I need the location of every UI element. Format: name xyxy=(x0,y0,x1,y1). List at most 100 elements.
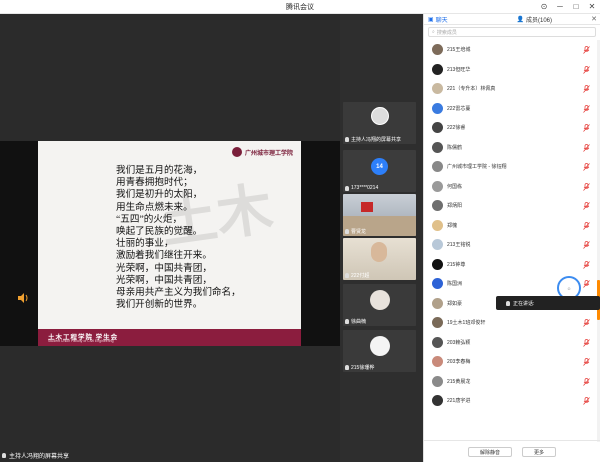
member-row[interactable]: 215王培城 xyxy=(424,40,594,60)
video-tile-xu[interactable]: 徐曲楠 xyxy=(343,284,416,326)
main-stage[interactable]: 广州城市理工学院 土木 我们是五月的花海， 用青春拥抱时代； 我们是初升的太阳， 用生… xyxy=(0,14,340,462)
tab-chat-label: 聊天 xyxy=(435,17,448,24)
avatar xyxy=(432,375,443,387)
mic-muted-icon[interactable] xyxy=(583,338,590,347)
avatar xyxy=(432,278,443,290)
member-row[interactable]: 213王铭锐 xyxy=(424,235,594,255)
avatar xyxy=(432,83,443,95)
mic-icon xyxy=(506,300,510,306)
member-row[interactable]: 郑槐 xyxy=(424,216,594,236)
mic-muted-icon[interactable] xyxy=(583,358,590,366)
member-row[interactable]: 19土木1班邓俊轩 xyxy=(424,313,594,333)
member-row[interactable]: 213但旺华 xyxy=(424,60,594,80)
member-row[interactable]: 215钟尊 xyxy=(424,255,594,275)
mic-muted-icon[interactable] xyxy=(583,46,590,54)
slide-header: 广州城市理工学院 xyxy=(231,147,293,157)
mic-muted-icon[interactable] xyxy=(583,377,590,386)
member-row[interactable]: 215黄晨龙 xyxy=(424,372,594,392)
school-logo-icon xyxy=(231,147,242,157)
panel-footer: 解除静音 更多 xyxy=(424,440,600,462)
side-panel: ▣ 聊天 👤 成员(106) ✕ ⌕ 搜索成员 215王培城 213但旺华 221（… xyxy=(423,14,600,462)
member-name: 何国栋 xyxy=(447,183,463,190)
speaker-icon xyxy=(18,293,28,303)
slide-footer: 土木工程学院 学生会 Student Union Faculty of Civi… xyxy=(38,329,301,346)
unmute-all-button[interactable]: 解除静音 xyxy=(468,447,512,457)
avatar xyxy=(432,180,443,192)
member-row[interactable]: 郑炳阳 xyxy=(424,196,594,216)
mic-muted-icon[interactable] xyxy=(583,85,590,93)
member-row[interactable]: 222雷芯蔓 xyxy=(424,99,594,119)
member-row[interactable]: 221（专升本）林佩真 xyxy=(424,79,594,99)
video-tile-215[interactable]: 215徐珊桦 xyxy=(343,330,416,372)
poem-line: 我们是五月的花海， xyxy=(116,165,203,176)
avatar xyxy=(432,141,443,153)
mic-muted-icon[interactable] xyxy=(583,260,590,269)
poem-line: 我们开创新的世界。 xyxy=(116,299,203,311)
member-search-input[interactable]: ⌕ 搜索成员 xyxy=(428,27,596,37)
mic-icon xyxy=(345,319,349,324)
member-row[interactable]: 203李春梅 xyxy=(424,352,594,372)
member-name: 213但旺华 xyxy=(447,66,471,73)
pin-icon[interactable]: ⊙ xyxy=(538,1,550,12)
mic-muted-icon[interactable] xyxy=(583,182,590,191)
mic-muted-icon[interactable] xyxy=(583,65,590,74)
chat-icon: ▣ xyxy=(428,16,434,23)
stage-label-text: 主持人冯翔的屏幕共享 xyxy=(9,454,70,460)
avatar xyxy=(432,317,443,329)
member-list: 215王培城 213但旺华 221（专升本）林佩真 222雷芯蔓 222徐睿陈儒鹤广州城… xyxy=(424,40,594,442)
more-button[interactable]: 更多 xyxy=(522,447,556,457)
video-tile-host-share[interactable]: 主持人冯翔的屏幕共享 xyxy=(343,102,416,144)
tile-name: 215徐珊桦 xyxy=(351,365,375,371)
member-name: 广州城市理工学院 - 徐钰翔 xyxy=(447,164,507,171)
member-name: 215王培城 xyxy=(447,47,471,54)
member-name: 221（专升本）林佩真 xyxy=(447,86,496,93)
mic-muted-icon[interactable] xyxy=(583,280,590,288)
mic-muted-icon[interactable] xyxy=(583,104,590,113)
tile-label: 173****0214 xyxy=(345,185,378,191)
mic-muted-icon[interactable] xyxy=(583,163,590,171)
member-name: 郑如豪 xyxy=(447,300,463,307)
member-row[interactable]: 陈儒鹤 xyxy=(424,138,594,158)
member-name: 陈儒鹤 xyxy=(447,144,463,151)
video-tile-222[interactable]: 222付超 xyxy=(343,238,416,280)
close-icon[interactable]: ✕ xyxy=(586,1,598,12)
mic-icon xyxy=(345,365,349,370)
member-name: 19土木1班邓俊轩 xyxy=(447,320,486,327)
member-row[interactable]: 何国栋 xyxy=(424,177,594,197)
poem-line: 我们是初升的太阳， xyxy=(116,189,203,201)
mic-muted-icon[interactable] xyxy=(583,241,590,249)
window-title: 腾讯会议 xyxy=(286,4,314,11)
member-row[interactable]: 222徐睿 xyxy=(424,118,594,138)
tab-chat[interactable]: ▣ 聊天 xyxy=(424,14,513,24)
avatar xyxy=(432,63,443,75)
mic-muted-icon[interactable] xyxy=(583,143,590,152)
member-name: 陈国洲 xyxy=(447,281,463,288)
video-tile-173[interactable]: 14 173****0214 xyxy=(343,150,416,192)
minimize-icon[interactable]: ─ xyxy=(554,1,566,12)
mic-muted-icon[interactable] xyxy=(583,202,590,210)
search-icon: ⌕ xyxy=(432,29,435,35)
video-tile-cao[interactable]: 曹贤龙 xyxy=(343,194,416,236)
mic-icon xyxy=(345,185,349,191)
maximize-icon[interactable]: □ xyxy=(570,1,582,12)
poem-line: 光荣啊，中国共青团， xyxy=(116,274,212,286)
footer-subtitle: Student Union Faculty of Civil Engineeri… xyxy=(48,339,114,343)
shared-screen[interactable]: 广州城市理工学院 土木 我们是五月的花海， 用青春拥抱时代； 我们是初升的太阳， 用生… xyxy=(0,141,340,346)
tile-name: 徐曲楠 xyxy=(351,319,367,325)
avatar xyxy=(432,336,443,348)
member-name: 郑槐 xyxy=(447,222,458,229)
mic-icon xyxy=(2,453,6,458)
member-row[interactable]: 221唐宇进 xyxy=(424,391,594,411)
tab-members[interactable]: 👤 成员(106) xyxy=(513,14,600,24)
member-row[interactable]: 203赖弘颖 xyxy=(424,333,594,353)
avatar xyxy=(432,122,443,134)
mic-muted-icon[interactable] xyxy=(583,397,590,405)
mic-muted-icon[interactable] xyxy=(583,124,590,132)
member-row[interactable]: 广州城市理工学院 - 徐钰翔 xyxy=(424,157,594,177)
mic-muted-icon[interactable] xyxy=(583,319,590,327)
poem-line: “五四”的火炬， xyxy=(116,213,183,225)
stage-label: 主持人冯翔的屏幕共享 xyxy=(2,451,69,460)
panel-close-icon[interactable]: ✕ xyxy=(591,15,597,23)
mic-muted-icon[interactable] xyxy=(583,221,590,230)
video-strip: 主持人冯翔的屏幕共享 14 173****0214 曹贤龙 222付超 徐曲楠 … xyxy=(340,14,423,462)
